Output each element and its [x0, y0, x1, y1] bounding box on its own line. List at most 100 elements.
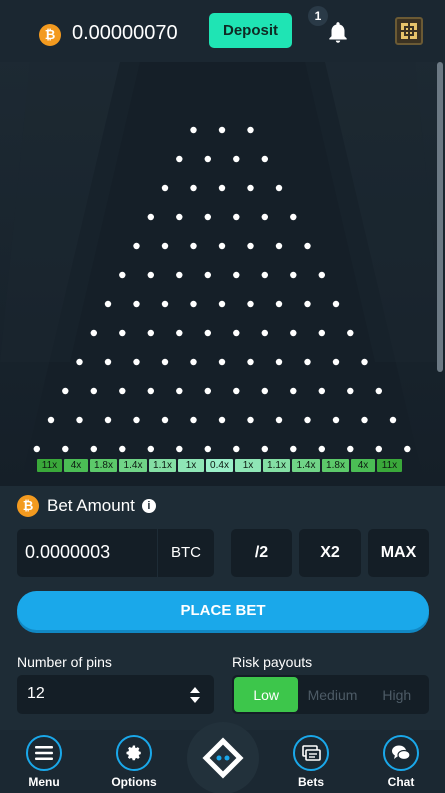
pin: [62, 387, 69, 395]
pin: [119, 387, 126, 395]
pin: [275, 300, 283, 308]
pin: [275, 242, 283, 250]
risk-option-high[interactable]: High: [365, 675, 429, 714]
pin: [218, 184, 226, 192]
pin: [290, 213, 297, 221]
pin: [161, 416, 169, 424]
pin: [261, 155, 268, 163]
pin: [261, 329, 268, 337]
pin: [247, 242, 254, 250]
pin: [347, 445, 354, 453]
pin: [176, 213, 183, 221]
nav-options-label: Options: [111, 775, 157, 789]
scrollbar[interactable]: [437, 62, 443, 372]
pin: [275, 416, 283, 424]
chat-icon: [383, 735, 419, 771]
double-bet-button[interactable]: X2: [299, 529, 361, 577]
multiplier-slot: 1.1x: [263, 459, 290, 472]
gear-icon: [116, 735, 152, 771]
pin: [104, 416, 112, 424]
pins-value: 12: [27, 685, 45, 702]
multiplier-slot: 1.8x: [90, 459, 117, 472]
multiplier-slot: 0.4x: [206, 459, 233, 472]
bet-amount-input[interactable]: [25, 542, 155, 563]
pin: [204, 213, 211, 221]
nav-chat-label: Chat: [387, 775, 415, 789]
hamburger-icon: [26, 735, 62, 771]
pin: [204, 445, 211, 453]
halve-bet-button[interactable]: /2: [231, 529, 292, 577]
pin: [318, 329, 325, 337]
pin: [76, 358, 83, 366]
nav-bets[interactable]: Bets: [276, 735, 346, 789]
bell-icon[interactable]: [325, 20, 351, 46]
pin: [347, 329, 354, 337]
risk-option-medium[interactable]: Medium: [300, 675, 364, 714]
pin: [147, 213, 154, 221]
place-bet-button[interactable]: PLACE BET: [17, 591, 429, 630]
pin: [190, 184, 197, 192]
pin: [332, 358, 340, 366]
pin: [375, 445, 382, 453]
risk-label: Risk payouts: [232, 654, 313, 670]
pin: [318, 445, 325, 453]
pin: [389, 416, 397, 424]
pin: [304, 242, 311, 250]
pin: [161, 242, 169, 250]
pin: [318, 271, 325, 279]
nav-chat[interactable]: Chat: [366, 735, 436, 789]
multiplier-slot: 11x: [377, 459, 402, 472]
multiplier-slot: 1.1x: [149, 459, 176, 472]
pin: [119, 271, 126, 279]
pin: [361, 416, 368, 424]
home-logo-button[interactable]: [187, 722, 259, 793]
pin: [247, 184, 254, 192]
bitcoin-icon: ₿: [17, 495, 39, 517]
pin: [204, 271, 211, 279]
pin: [119, 445, 126, 453]
pin: [290, 387, 297, 395]
deposit-button[interactable]: Deposit: [209, 13, 292, 48]
pin: [290, 271, 297, 279]
pin: [318, 387, 325, 395]
pin: [261, 213, 268, 221]
nav-menu[interactable]: Menu: [9, 735, 79, 789]
pin: [119, 329, 126, 337]
pin: [33, 445, 40, 453]
bet-amount-label: Bet Amount: [47, 496, 135, 515]
max-bet-button[interactable]: MAX: [368, 529, 429, 577]
pin: [176, 155, 183, 163]
bet-amount-header: ₿ Bet Amount i: [17, 494, 156, 518]
nav-options[interactable]: Options: [99, 735, 169, 789]
pin: [161, 300, 169, 308]
risk-option-low[interactable]: Low: [234, 677, 299, 712]
pin: [304, 416, 311, 424]
info-icon[interactable]: i: [141, 499, 156, 513]
pin: [375, 387, 382, 395]
pin: [133, 300, 140, 308]
pin: [261, 271, 268, 279]
top-bar: ₿ 0.00000070 Deposit 1: [0, 0, 445, 62]
pin: [147, 387, 154, 395]
multiplier-slot: 4x: [351, 459, 375, 472]
pin: [261, 387, 268, 395]
sort-updown-icon: [190, 687, 200, 703]
pins-select[interactable]: 12: [17, 675, 214, 714]
pin: [176, 271, 183, 279]
pin: [90, 387, 98, 395]
pin: [233, 271, 240, 279]
pin: [104, 358, 112, 366]
pin: [332, 416, 340, 424]
pin: [76, 416, 83, 424]
pin: [147, 329, 154, 337]
pin: [176, 329, 183, 337]
pin: [204, 155, 211, 163]
pin: [190, 242, 197, 250]
pin: [47, 416, 55, 424]
pin: [275, 358, 283, 366]
pin: [332, 300, 340, 308]
app-root: ₿ 0.00000070 Deposit 1 11x 4x 1.8x 1.4x …: [0, 0, 445, 793]
multiplier-slot: 1x: [235, 459, 261, 472]
avatar-icon[interactable]: [395, 17, 423, 45]
pin: [347, 387, 354, 395]
